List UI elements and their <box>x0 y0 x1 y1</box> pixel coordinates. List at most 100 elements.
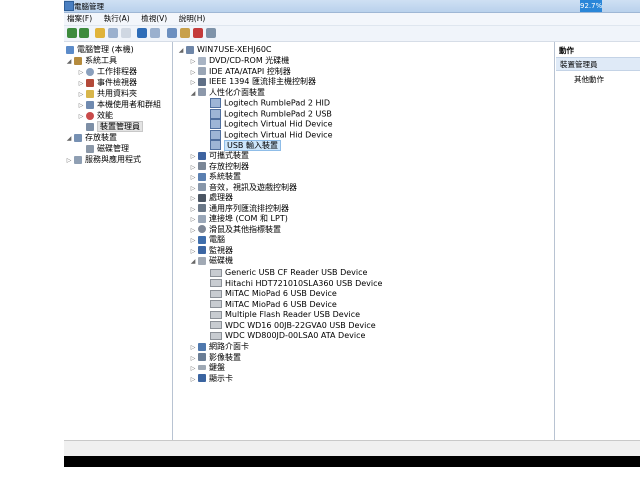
expand-icon[interactable]: ▷ <box>190 247 196 257</box>
scan-hardware-icon[interactable] <box>206 28 216 38</box>
category-label: 電腦 <box>209 235 225 244</box>
collapse-icon[interactable]: ◢ <box>190 89 196 99</box>
tree-shared-folders[interactable]: ▷ 共用資料夾 <box>78 89 137 100</box>
disable-icon[interactable] <box>180 28 190 38</box>
device-item[interactable]: MiTAC MioPad 6 USB Device <box>210 289 337 299</box>
tree-task-scheduler[interactable]: ▷ 工作排程器 <box>78 67 137 78</box>
expand-icon[interactable]: ▷ <box>190 184 196 194</box>
menu-help[interactable]: 說明(H) <box>179 13 206 25</box>
category-label: 音效，視訊及遊戲控制器 <box>209 182 297 192</box>
category-portable[interactable]: ▷ 可攜式裝置 <box>190 151 249 162</box>
device-item[interactable]: Logitech Virtual Hid Device <box>210 129 332 141</box>
category-imaging[interactable]: ▷ 影像裝置 <box>190 353 241 364</box>
category-label: 系統裝置 <box>209 172 241 181</box>
expand-icon[interactable]: ▷ <box>190 354 196 364</box>
expand-icon[interactable]: ▷ <box>190 364 196 374</box>
device-item[interactable]: WDC WD16 00JB-22GVA0 USB Device <box>210 321 376 331</box>
expand-icon[interactable]: ▷ <box>190 226 196 236</box>
tree-device-manager[interactable]: 裝置管理員 <box>86 121 143 132</box>
category-keyboards[interactable]: ▷ 鍵盤 <box>190 363 225 374</box>
tree-services[interactable]: ▷ 服務與應用程式 <box>66 155 141 166</box>
category-network[interactable]: ▷ 網路介面卡 <box>190 342 249 353</box>
collapse-icon[interactable]: ◢ <box>190 257 196 267</box>
category-dvd[interactable]: ▷ DVD/CD-ROM 光碟機 <box>190 56 290 67</box>
tree-storage[interactable]: ◢ 存放裝置 <box>66 133 117 144</box>
expand-icon[interactable]: ▷ <box>190 194 196 204</box>
menu-file[interactable]: 檔案(F) <box>67 13 92 25</box>
expand-icon[interactable]: ▷ <box>190 215 196 225</box>
tree-local-users[interactable]: ▷ 本機使用者和群組 <box>78 100 161 111</box>
expand-icon[interactable]: ▷ <box>190 163 196 173</box>
device-label: Logitech RumblePad 2 USB <box>224 109 332 118</box>
uninstall-icon[interactable] <box>193 28 203 38</box>
device-label: USB 輸入裝置 <box>224 139 281 151</box>
clock-icon <box>86 67 94 76</box>
show-hide-tree-icon[interactable] <box>108 28 118 38</box>
device-item[interactable]: Logitech RumblePad 2 HID <box>210 98 330 109</box>
tree-event-viewer[interactable]: ▷ 事件檢視器 <box>78 78 137 89</box>
category-usb[interactable]: ▷ 通用序列匯流排控制器 <box>190 204 289 215</box>
category-monitors[interactable]: ▷ 監視器 <box>190 246 233 257</box>
collapse-icon[interactable]: ◢ <box>66 134 72 144</box>
menu-view[interactable]: 檢視(V) <box>141 13 167 25</box>
category-ide[interactable]: ▷ IDE ATA/ATAPI 控制器 <box>190 67 291 78</box>
device-item[interactable]: Hitachi HDT721010SLA360 USB Device <box>210 279 382 289</box>
expand-icon[interactable]: ▷ <box>190 205 196 215</box>
category-storage-controllers[interactable]: ▷ 存放控制器 <box>190 162 249 173</box>
category-mice[interactable]: ▷ 滑鼠及其他指標裝置 <box>190 225 281 236</box>
category-ports[interactable]: ▷ 連接埠 (COM 和 LPT) <box>190 214 288 225</box>
usb-icon <box>198 204 206 212</box>
expand-icon[interactable]: ▷ <box>66 156 72 166</box>
expand-icon[interactable]: ▷ <box>190 68 196 78</box>
category-computer[interactable]: ▷ 電腦 <box>190 235 225 246</box>
update-driver-icon[interactable] <box>167 28 177 38</box>
device-item[interactable]: MiTAC MioPad 6 USB Device <box>210 300 337 310</box>
category-audio[interactable]: ▷ 音效，視訊及遊戲控制器 <box>190 183 297 194</box>
expand-icon[interactable]: ▷ <box>78 112 84 122</box>
up-icon[interactable] <box>95 28 105 38</box>
expand-icon[interactable]: ▷ <box>190 343 196 353</box>
back-icon[interactable] <box>67 28 77 38</box>
expand-icon[interactable]: ▷ <box>190 152 196 162</box>
expand-icon[interactable]: ▷ <box>78 79 84 89</box>
expand-icon[interactable]: ▷ <box>78 68 84 78</box>
help-icon[interactable] <box>137 28 147 38</box>
expand-icon[interactable]: ▷ <box>78 90 84 100</box>
collapse-icon[interactable]: ◢ <box>178 46 184 56</box>
expand-icon[interactable]: ▷ <box>78 101 84 111</box>
device-item[interactable]: Generic USB CF Reader USB Device <box>210 268 367 278</box>
expand-icon[interactable]: ▷ <box>190 236 196 246</box>
category-disk-drives[interactable]: ◢ 磁碟機 <box>190 256 233 267</box>
device-item[interactable]: Logitech RumblePad 2 USB <box>210 108 332 120</box>
network-adapter-icon <box>198 342 206 351</box>
expand-icon[interactable]: ▷ <box>190 78 196 88</box>
device-item-selected[interactable]: USB 輸入裝置 <box>210 139 281 151</box>
category-ieee1394[interactable]: ▷ IEEE 1394 匯流排主機控制器 <box>190 77 316 88</box>
actions-section-device-manager[interactable]: 裝置管理員 <box>556 57 640 71</box>
category-processors[interactable]: ▷ 處理器 <box>190 193 233 204</box>
more-actions-link[interactable]: 其他動作 <box>574 74 604 85</box>
forward-icon[interactable] <box>79 28 89 38</box>
device-item[interactable]: Multiple Flash Reader USB Device <box>210 310 360 320</box>
category-hid[interactable]: ◢ 人性化介面裝置 <box>190 88 265 99</box>
expand-icon[interactable]: ▷ <box>190 173 196 183</box>
device-root[interactable]: ◢ WIN7USE-XEHJ60C <box>178 45 272 56</box>
disk-drive-icon <box>210 300 222 308</box>
tree-system-tools[interactable]: ◢ 系統工具 <box>66 56 117 67</box>
properties-icon[interactable] <box>121 28 131 38</box>
menu-action[interactable]: 執行(A) <box>104 13 130 25</box>
device-item[interactable]: Logitech Virtual Hid Device <box>210 119 332 130</box>
device-item[interactable]: WDC WD800JD-00LSA0 ATA Device <box>210 331 365 341</box>
device-tree: ◢ WIN7USE-XEHJ60C ▷ DVD/CD-ROM 光碟機 ▷ IDE AT… <box>174 42 555 440</box>
action-pane-icon[interactable] <box>150 28 160 38</box>
expand-icon[interactable]: ▷ <box>190 375 196 385</box>
device-label: Logitech Virtual Hid Device <box>224 119 333 129</box>
expand-icon[interactable]: ▷ <box>190 57 196 67</box>
tree-root[interactable]: 電腦管理 (本機) <box>66 45 134 55</box>
tree-disk-management[interactable]: 磁碟管理 <box>86 144 129 154</box>
category-system-devices[interactable]: ▷ 系統裝置 <box>190 172 241 183</box>
tools-icon <box>74 56 82 65</box>
category-display[interactable]: ▷ 顯示卡 <box>190 374 233 385</box>
category-label: IDE ATA/ATAPI 控制器 <box>209 66 291 76</box>
collapse-icon[interactable]: ◢ <box>66 57 72 67</box>
